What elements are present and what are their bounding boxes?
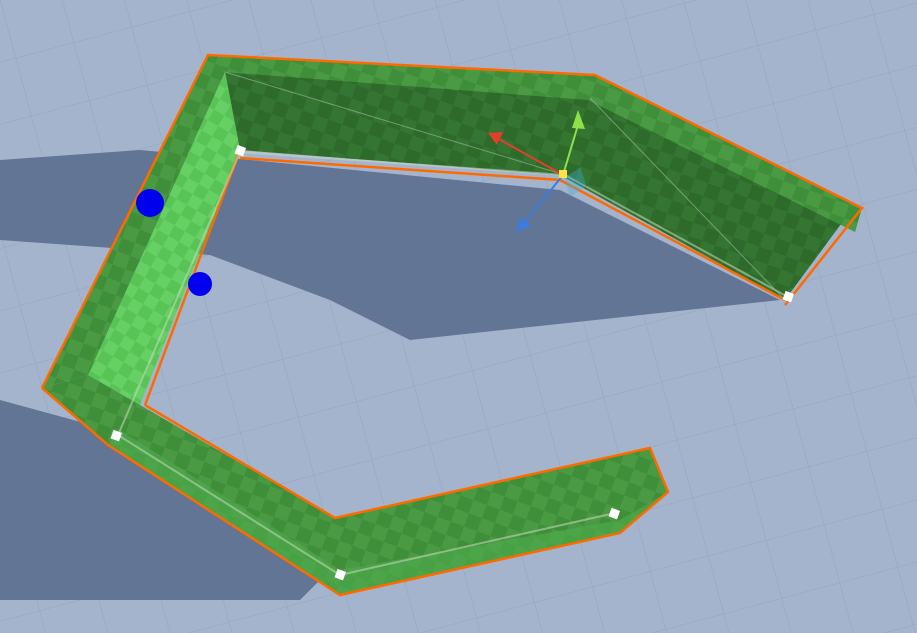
thickness-handle-inner[interactable] — [188, 272, 212, 296]
gizmo-center[interactable] — [559, 170, 567, 178]
scene-canvas[interactable] — [0, 0, 917, 633]
scene-viewport[interactable] — [0, 0, 917, 633]
thickness-handle-outer[interactable] — [136, 189, 164, 217]
